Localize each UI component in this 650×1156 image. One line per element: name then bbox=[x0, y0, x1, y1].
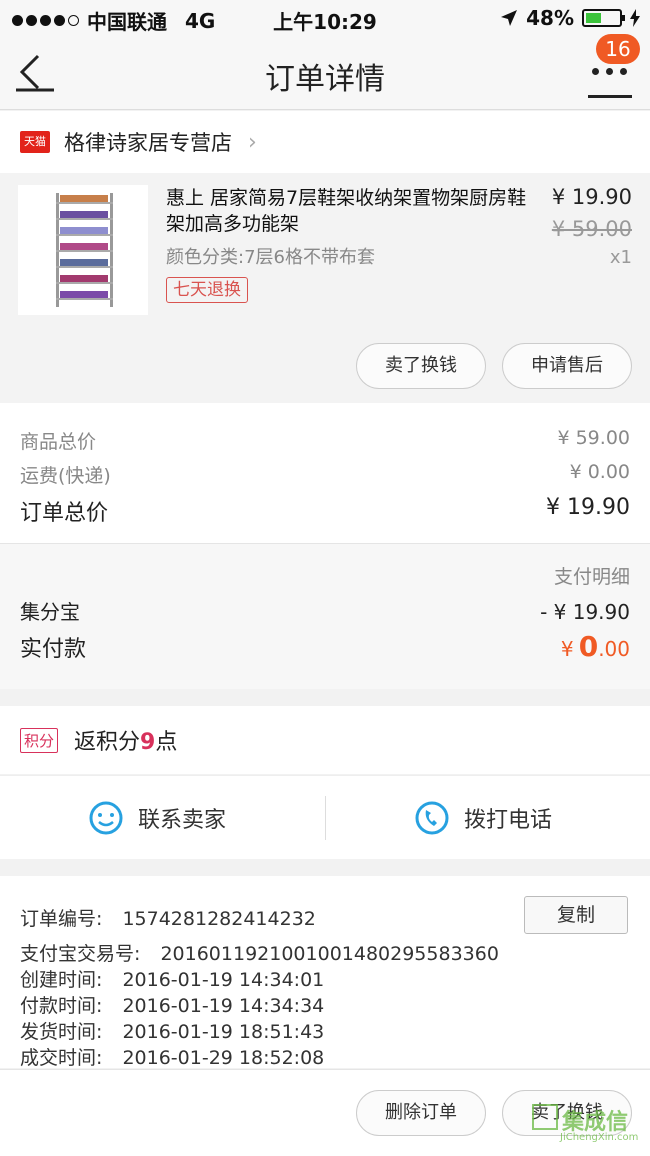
page-title: 订单详情 bbox=[265, 62, 385, 97]
message-count-badge: 16 bbox=[596, 34, 640, 64]
points-suffix: 点 bbox=[155, 730, 178, 755]
items-total-row: 商品总价 ¥ 59.00 bbox=[20, 427, 630, 454]
battery-icon bbox=[582, 9, 625, 27]
contact-divider bbox=[325, 796, 326, 840]
order-total-value: ¥ 19.90 bbox=[546, 495, 630, 520]
points-row: 积分 返积分9点 bbox=[0, 706, 650, 774]
status-bar: 中国联通 4G 上午10:29 48% bbox=[0, 0, 650, 36]
order-number: 1574281282414232 bbox=[122, 908, 316, 930]
battery-percent: 48% bbox=[526, 6, 574, 30]
charging-icon bbox=[630, 9, 640, 27]
shop-name: 格律诗家居专营店 bbox=[64, 131, 232, 155]
payment-section: 支付明细 集分宝 - ¥ 19.90 实付款 ¥ 0.00 bbox=[0, 543, 650, 689]
created-line: 创建时间: 2016-01-19 14:34:01 bbox=[20, 965, 324, 992]
call-label: 拨打电话 bbox=[464, 808, 553, 833]
contact-seller-label: 联系卖家 bbox=[138, 808, 227, 833]
shipped-label: 发货时间: bbox=[20, 1021, 103, 1043]
product-price: ¥ 19.90 bbox=[551, 185, 632, 209]
done-time: 2016-01-29 18:52:08 bbox=[122, 1047, 325, 1069]
copy-button[interactable]: 复制 bbox=[524, 896, 628, 934]
chat-smile-icon bbox=[89, 801, 123, 835]
items-total-value: ¥ 59.00 bbox=[557, 427, 630, 449]
contact-seller-button[interactable]: 联系卖家 bbox=[88, 776, 226, 860]
product-title: 惠上 居家简易7层鞋架收纳架置物架厨房鞋架加高多功能架 bbox=[166, 187, 527, 235]
product-original-price: ¥ 59.00 bbox=[551, 217, 632, 241]
product-image[interactable] bbox=[18, 185, 148, 315]
paid-line: 付款时间: 2016-01-19 14:34:34 bbox=[20, 991, 324, 1018]
shoe-rack-image bbox=[56, 193, 113, 307]
order-number-label: 订单编号: bbox=[20, 908, 103, 930]
order-total-row: 订单总价 ¥ 19.90 bbox=[20, 495, 630, 527]
order-info: 订单编号: 1574281282414232 复制 支付宝交易号: 201601… bbox=[0, 876, 650, 1070]
alipay-number: 2016011921001001480295583360 bbox=[160, 943, 499, 965]
paid-currency: ¥ bbox=[560, 637, 574, 661]
location-arrow-icon bbox=[501, 10, 518, 26]
contact-bar: 联系卖家 拨打电话 bbox=[0, 775, 650, 859]
after-sales-button[interactable]: 申请售后 bbox=[502, 343, 632, 389]
alipay-label: 支付宝交易号: bbox=[20, 943, 141, 965]
chevron-right-icon: › bbox=[248, 129, 257, 155]
alipay-line: 支付宝交易号: 2016011921001001480295583360 bbox=[20, 939, 499, 966]
paid-time: 2016-01-19 14:34:34 bbox=[122, 995, 325, 1017]
discount-row: 集分宝 - ¥ 19.90 bbox=[20, 596, 630, 625]
battery-level bbox=[586, 13, 602, 23]
points-prefix: 返积分 bbox=[74, 730, 141, 755]
discount-value: - ¥ 19.90 bbox=[540, 600, 630, 624]
paid-label: 实付款 bbox=[20, 637, 87, 662]
paid-decimal: .00 bbox=[598, 637, 630, 661]
paid-amount: ¥ 0.00 bbox=[561, 630, 630, 663]
status-right: 48% bbox=[500, 6, 640, 30]
nav-bar: 订单详情 16 bbox=[0, 34, 650, 110]
product-quantity: x1 bbox=[609, 247, 632, 268]
shipping-label: 运费(快递) bbox=[20, 465, 111, 487]
items-total-label: 商品总价 bbox=[20, 431, 97, 453]
paid-time-label: 付款时间: bbox=[20, 995, 103, 1017]
shop-row[interactable]: 天猫 格律诗家居专营店 › bbox=[0, 111, 650, 173]
product-sku: 颜色分类:7层6格不带布套 bbox=[166, 247, 375, 268]
return-policy-tag: 七天退换 bbox=[166, 277, 248, 303]
payment-detail-label: 支付明细 bbox=[553, 566, 630, 588]
shipped-line: 发货时间: 2016-01-19 18:51:43 bbox=[20, 1017, 324, 1044]
watermark-en: JiChengXin.com bbox=[560, 1132, 639, 1143]
order-number-line: 订单编号: 1574281282414232 bbox=[20, 904, 316, 931]
tmall-logo-icon: 天猫 bbox=[20, 131, 50, 153]
more-dots-icon bbox=[592, 68, 627, 75]
points-value: 9 bbox=[140, 730, 156, 755]
points-badge: 积分 bbox=[20, 727, 59, 753]
more-button[interactable] bbox=[588, 58, 634, 98]
paid-row: 实付款 ¥ 0.00 bbox=[20, 630, 630, 663]
resell-button[interactable]: 卖了换钱 bbox=[356, 343, 486, 389]
product-card[interactable]: 惠上 居家简易7层鞋架收纳架置物架厨房鞋架加高多功能架 颜色分类:7层6格不带布… bbox=[0, 173, 650, 403]
call-button[interactable]: 拨打电话 bbox=[414, 776, 552, 860]
done-line: 成交时间: 2016-01-29 18:52:08 bbox=[20, 1043, 324, 1070]
shipped-time: 2016-01-19 18:51:43 bbox=[122, 1021, 325, 1043]
bottom-action-bar: 删除订单 卖了换钱 集成信 JiChengXin.com bbox=[0, 1069, 650, 1156]
created-label: 创建时间: bbox=[20, 969, 103, 991]
watermark-logo: 集成信 JiChengXin.com bbox=[532, 1104, 644, 1152]
delete-order-button[interactable]: 删除订单 bbox=[356, 1090, 486, 1136]
shipping-value: ¥ 0.00 bbox=[569, 461, 630, 483]
shipping-row: 运费(快递) ¥ 0.00 bbox=[20, 461, 630, 488]
phone-icon bbox=[415, 801, 449, 835]
done-label: 成交时间: bbox=[20, 1047, 103, 1069]
discount-label: 集分宝 bbox=[20, 600, 80, 624]
order-total-label: 订单总价 bbox=[20, 501, 109, 526]
price-summary: 商品总价 ¥ 59.00 运费(快递) ¥ 0.00 订单总价 ¥ 19.90 bbox=[0, 403, 650, 543]
watermark-box-icon bbox=[532, 1104, 558, 1130]
created-time: 2016-01-19 14:34:01 bbox=[122, 969, 325, 991]
paid-integer: 0 bbox=[578, 630, 599, 663]
points-text: 返积分9点 bbox=[74, 724, 177, 756]
